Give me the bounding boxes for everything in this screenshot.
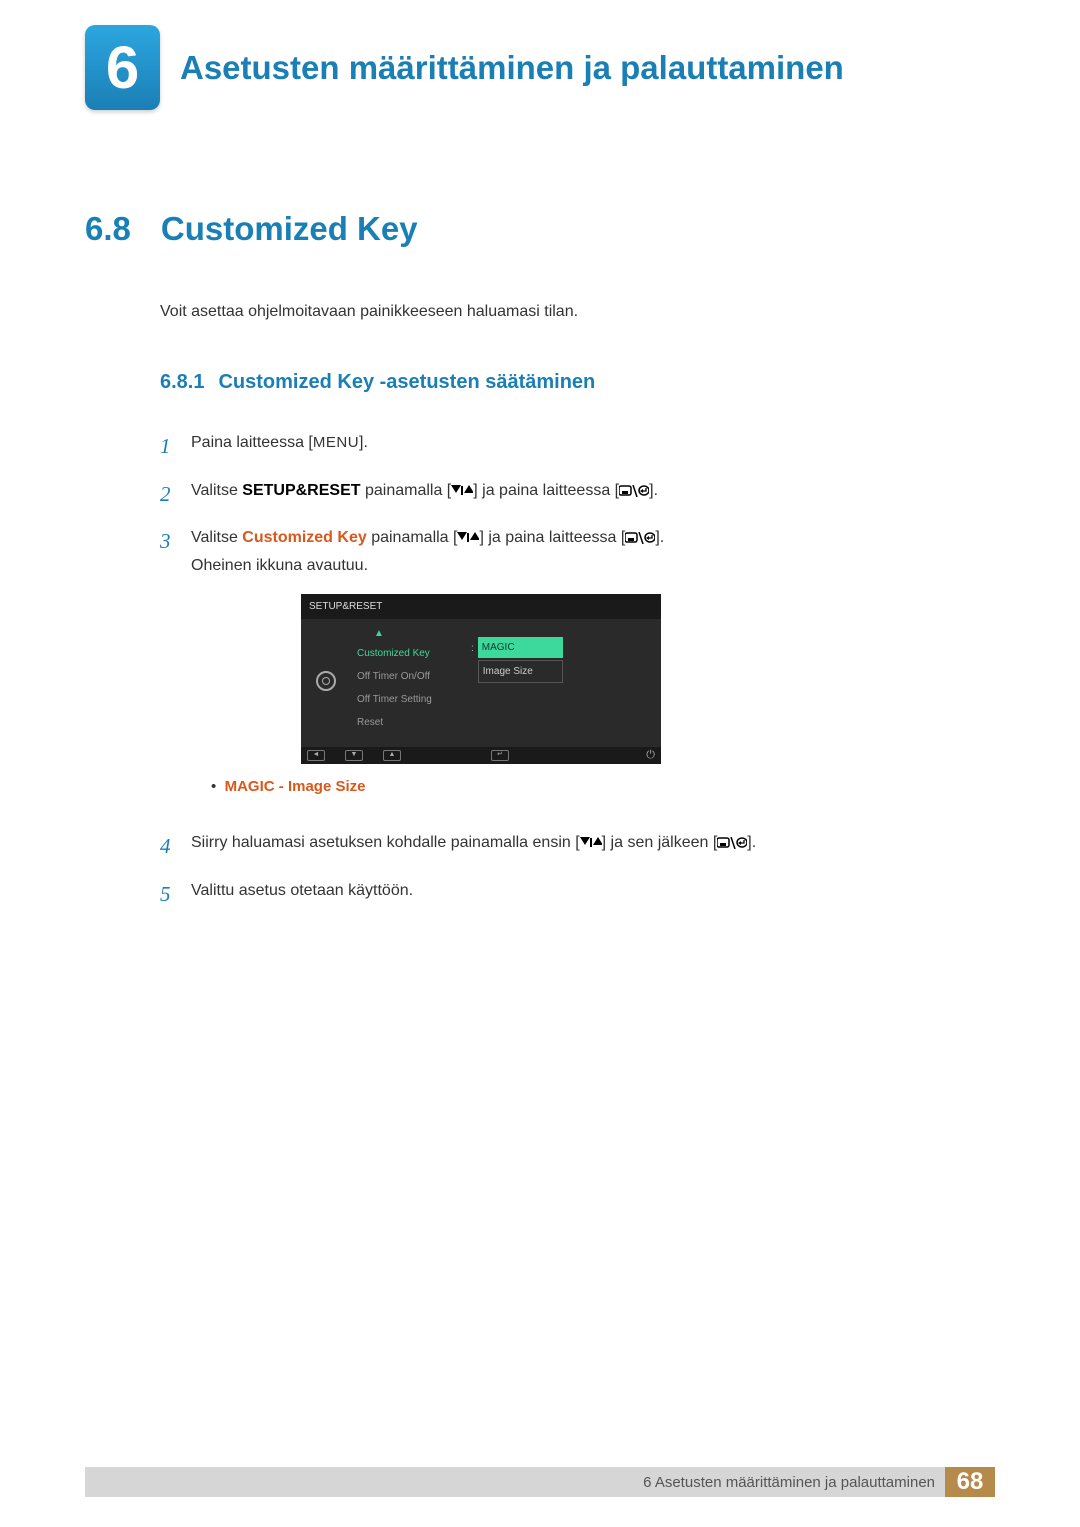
section-title: Customized Key — [161, 210, 418, 248]
text: Valitse — [191, 482, 242, 499]
text: ] ja paina laitteessa [ — [473, 482, 619, 499]
up-arrow-icon: ▲ — [287, 625, 471, 642]
step-3-extra: Oheinen ikkuna avautuu. — [191, 552, 995, 579]
bullet-dot-icon: • — [211, 778, 225, 795]
step-number: 4 — [160, 829, 175, 865]
osd-colon: : — [471, 640, 474, 657]
option-magic: MAGIC — [225, 778, 275, 795]
osd-header: SETUP&RESET — [301, 594, 661, 619]
chapter-header: 6 Asetusten määrittäminen ja palauttamin… — [85, 25, 995, 110]
source-enter-icon — [717, 837, 747, 849]
step-number: 2 — [160, 477, 175, 513]
step-text: Siirry haluamasi asetuksen kohdalle pain… — [191, 829, 995, 865]
subsection-title: Customized Key -asetusten säätäminen — [218, 371, 595, 394]
text: ]. — [747, 834, 756, 851]
text: Paina laitteessa [ — [191, 434, 313, 451]
footer-chapter-text: 6 Asetusten määrittäminen ja palauttamin… — [643, 1474, 945, 1491]
text: ]. — [359, 434, 368, 451]
gear-icon — [316, 671, 336, 691]
down-up-arrow-icon — [580, 837, 602, 849]
osd-nav-enter-icon: ↵ — [491, 750, 509, 761]
step-4: 4 Siirry haluamasi asetuksen kohdalle pa… — [160, 829, 995, 865]
osd-nav-down-icon: ▼ — [345, 750, 363, 761]
section-number: 6.8 — [85, 210, 131, 248]
text: Valitse — [191, 529, 242, 546]
osd-screenshot: SETUP&RESET ▲ Customized Key Off Timer O… — [301, 594, 661, 764]
customized-key-label: Customized Key — [242, 529, 366, 546]
page-footer: 6 Asetusten määrittäminen ja palauttamin… — [85, 1467, 995, 1497]
text: Siirry haluamasi asetuksen kohdalle pain… — [191, 834, 580, 851]
step-text: Paina laitteessa [MENU]. — [191, 429, 995, 465]
down-up-arrow-icon — [451, 485, 473, 497]
step-2: 2 Valitse SETUP&RESET painamalla [ ] ja p… — [160, 477, 995, 513]
step-list: 1 Paina laitteessa [MENU]. 2 Valitse SET… — [160, 429, 995, 913]
text: painamalla [ — [361, 482, 452, 499]
osd-nav-up-icon: ▲ — [383, 750, 401, 761]
step-text: Valitse SETUP&RESET painamalla [ ] ja pai… — [191, 477, 995, 513]
section-intro-text: Voit asettaa ohjelmoitavaan painikkeesee… — [160, 303, 995, 321]
step-3: 3 Valitse Customized Key painamalla [ ] j… — [160, 524, 995, 817]
menu-label: MENU — [313, 434, 359, 451]
step-text: Valittu asetus otetaan käyttöön. — [191, 877, 995, 913]
text: ]. — [655, 529, 664, 546]
bullet-options: • MAGIC - Image Size — [211, 774, 995, 800]
source-enter-icon — [619, 485, 649, 497]
subsection-heading: 6.8.1 Customized Key -asetusten säätämin… — [160, 371, 995, 394]
text: ] ja sen jälkeen [ — [602, 834, 718, 851]
subsection-number: 6.8.1 — [160, 371, 204, 394]
step-number: 3 — [160, 524, 175, 817]
chapter-title: Asetusten määrittäminen ja palauttaminen — [180, 49, 844, 87]
down-up-arrow-icon — [457, 532, 479, 544]
footer-page-number: 68 — [945, 1467, 995, 1497]
chapter-number-badge: 6 — [85, 25, 160, 110]
power-icon: ⏻ — [646, 746, 655, 765]
osd-value-magic: MAGIC — [478, 637, 563, 658]
section-heading: 6.8 Customized Key — [85, 210, 995, 248]
step-text: Valitse Customized Key painamalla [ ] ja … — [191, 524, 995, 817]
text: ] ja paina laitteessa [ — [479, 529, 625, 546]
osd-nav-left-icon: ◄ — [307, 750, 325, 761]
osd-bottom-bar: ◄ ▼ ▲ ↵ ⏻ — [301, 747, 661, 764]
text: ]. — [649, 482, 658, 499]
step-5: 5 Valittu asetus otetaan käyttöön. — [160, 877, 995, 913]
option-image-size: Image Size — [288, 778, 366, 795]
osd-value-image-size: Image Size — [478, 660, 563, 683]
text: painamalla [ — [367, 529, 458, 546]
source-enter-icon — [625, 532, 655, 544]
step-1: 1 Paina laitteessa [MENU]. — [160, 429, 995, 465]
option-separator: - — [275, 778, 288, 795]
setup-reset-label: SETUP&RESET — [242, 482, 360, 499]
step-number: 1 — [160, 429, 175, 465]
step-number: 5 — [160, 877, 175, 913]
